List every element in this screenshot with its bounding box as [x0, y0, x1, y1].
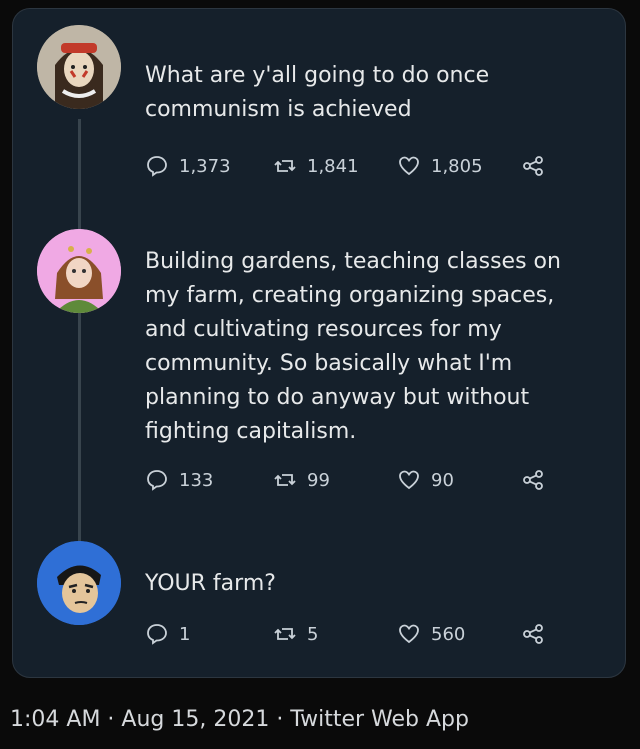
retweet-count: 99 [307, 469, 330, 491]
reply-count: 1,373 [179, 155, 231, 177]
thread-connector [78, 309, 81, 549]
share-button[interactable] [521, 465, 555, 495]
reply-icon [147, 156, 167, 177]
tweet-timestamp: 1:04 AM · Aug 15, 2021 · Twitter Web App [10, 707, 469, 732]
heart-icon [399, 470, 419, 490]
like-count: 90 [431, 469, 454, 491]
retweet-count: 1,841 [307, 155, 359, 177]
like-count: 1,805 [431, 155, 483, 177]
retweet-button[interactable]: 5 [273, 619, 318, 649]
reply-count: 1 [179, 623, 191, 645]
avatar[interactable] [37, 229, 121, 313]
heart-icon [399, 156, 419, 176]
heart-icon [399, 624, 419, 644]
share-button[interactable] [521, 151, 555, 181]
share-button[interactable] [521, 619, 555, 649]
like-button[interactable]: 90 [397, 465, 454, 495]
like-button[interactable]: 560 [397, 619, 465, 649]
reply-icon [147, 624, 167, 645]
avatar[interactable] [37, 541, 121, 625]
avatar[interactable] [37, 25, 121, 109]
tweet-text: Building gardens, teaching classes on my… [145, 249, 561, 444]
retweet-icon [274, 160, 296, 172]
retweet-button[interactable]: 99 [273, 465, 330, 495]
share-icon [523, 470, 543, 490]
reply-button[interactable]: 1,373 [145, 151, 231, 181]
like-button[interactable]: 1,805 [397, 151, 483, 181]
share-icon [523, 156, 543, 176]
reply-count: 133 [179, 469, 214, 491]
retweet-icon [274, 474, 296, 486]
retweet-button[interactable]: 1,841 [273, 151, 359, 181]
reply-button[interactable]: 1 [145, 619, 190, 649]
retweet-count: 5 [307, 623, 319, 645]
tweet-text: What are y'all going to do once communis… [145, 63, 490, 122]
like-count: 560 [431, 623, 466, 645]
thread-connector [78, 119, 81, 231]
share-icon [523, 624, 543, 644]
tweet-text: YOUR farm? [145, 571, 276, 596]
thread-card: What are y'all going to do once communis… [12, 8, 626, 678]
reply-button[interactable]: 133 [145, 465, 213, 495]
reply-icon [147, 470, 167, 491]
retweet-icon [274, 628, 296, 640]
